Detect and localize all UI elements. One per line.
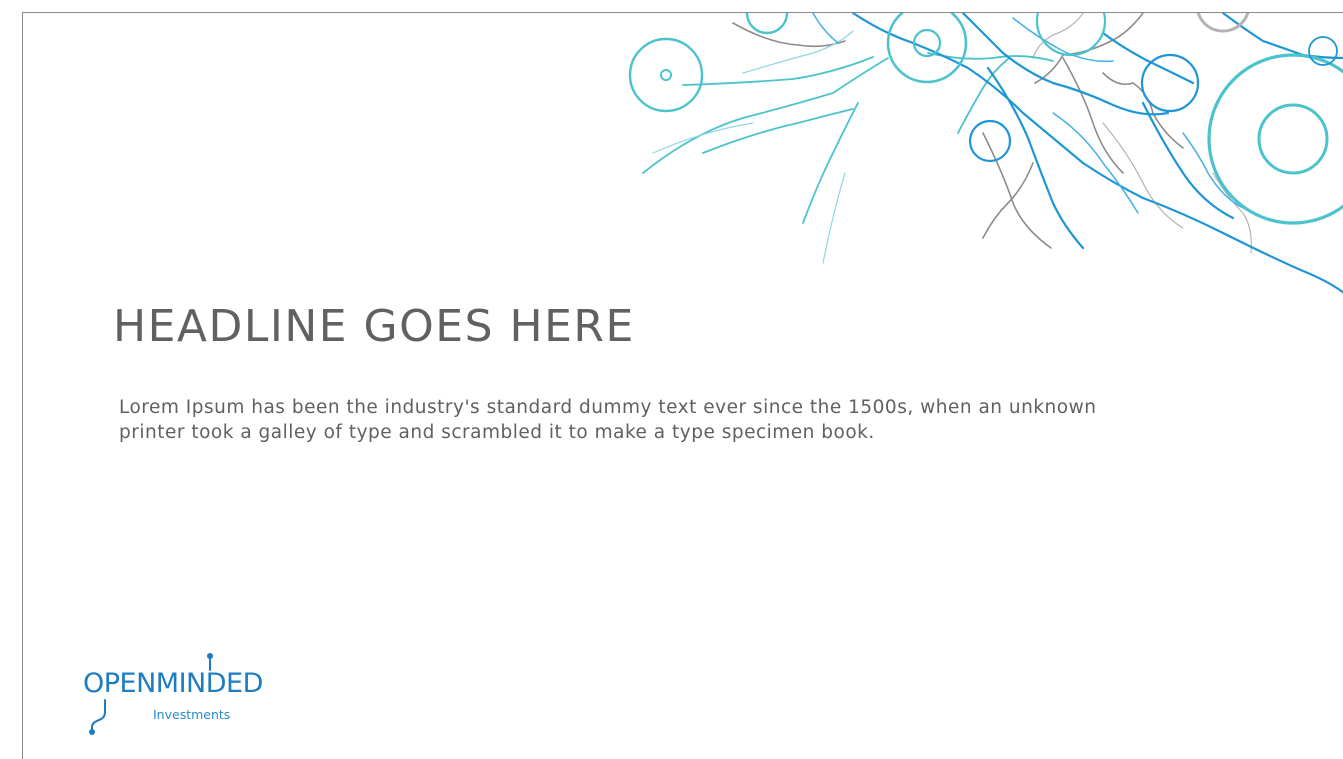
openminded-logo: OPENMINDED Investments — [79, 650, 349, 740]
neural-circuit-illustration — [628, 13, 1343, 294]
slide-canvas: HEADLINE GOES HERE Lorem Ipsum has been … — [22, 12, 1343, 759]
slide-body-text: Lorem Ipsum has been the industry's stan… — [119, 397, 1097, 443]
logo-wordmark: OPENMINDED — [83, 668, 263, 699]
logo-tagline: Investments — [153, 707, 231, 722]
slide-headline: HEADLINE GOES HERE — [113, 301, 635, 352]
